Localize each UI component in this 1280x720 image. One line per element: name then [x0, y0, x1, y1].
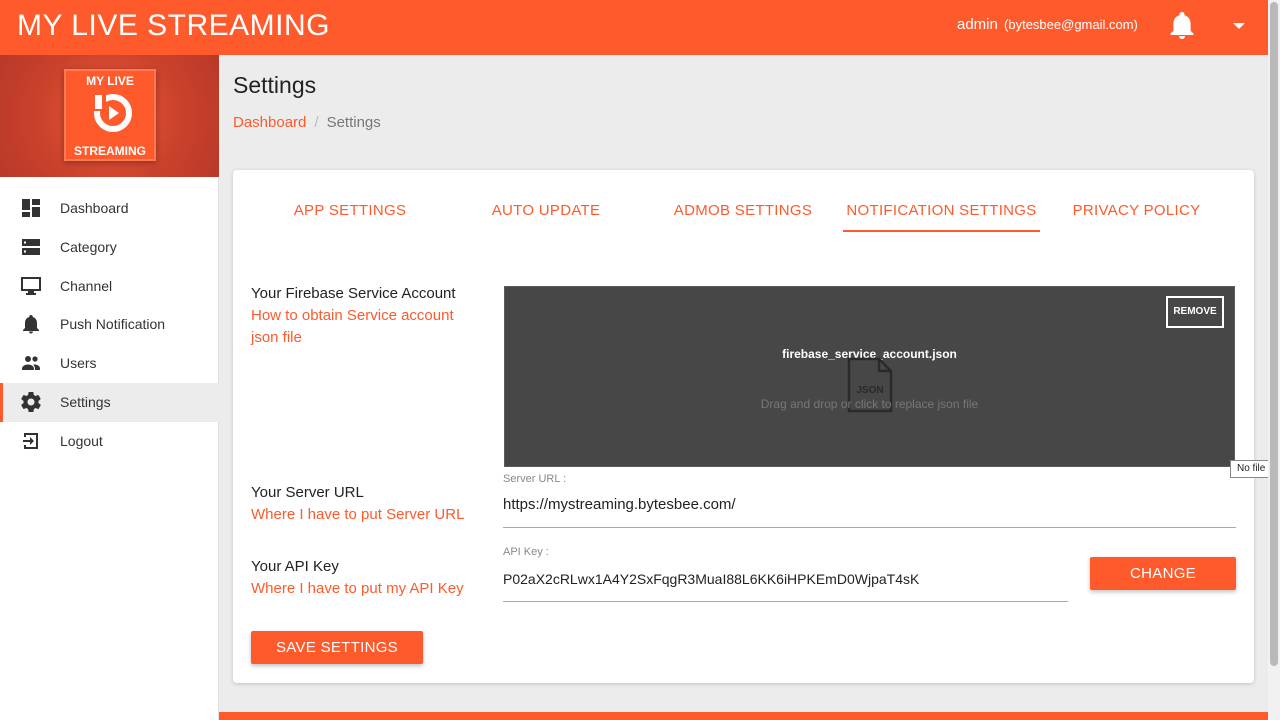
api-key-label: Your API Key — [251, 558, 339, 575]
server-url-input[interactable]: https://mystreaming.bytesbee.com/ — [503, 495, 736, 515]
user-email: (bytesbee@gmail.com) — [1004, 17, 1138, 32]
logo-text-top: MY LIVE — [86, 74, 134, 88]
user-name: admin — [957, 16, 998, 33]
breadcrumb-current: Settings — [326, 114, 381, 131]
save-settings-button[interactable]: SAVE SETTINGS — [251, 631, 423, 664]
server-url-underline — [503, 527, 1236, 528]
dashboard-icon — [22, 199, 40, 217]
category-icon — [22, 238, 40, 255]
json-file-icon-label: JSON — [856, 385, 883, 396]
users-icon — [22, 356, 40, 371]
settings-card: APP SETTINGS AUTO UPDATE ADMOB SETTINGS … — [233, 170, 1254, 683]
top-header: MY LIVE STREAMING admin (bytesbee@gmail.… — [0, 0, 1268, 55]
sidebar-item-channel[interactable]: Channel — [0, 267, 219, 306]
footer-strip — [219, 712, 1268, 720]
sidebar-item-label: Users — [60, 355, 97, 372]
tab-notification-settings[interactable]: NOTIFICATION SETTINGS — [843, 202, 1040, 232]
api-key-help-link[interactable]: Where I have to put my API Key — [251, 578, 464, 600]
sidebar-item-label: Channel — [60, 277, 113, 294]
firebase-help-link-line2[interactable]: json file — [251, 327, 302, 349]
dropzone-message: Drag and drop or click to replace json f… — [760, 397, 979, 411]
sidebar-item-label: Dashboard — [60, 200, 129, 216]
sidebar-item-push-notification[interactable]: Push Notification — [0, 305, 219, 344]
sidebar-banner: MY LIVE STREAMING — [0, 55, 219, 177]
sidebar: MY LIVE STREAMING Dashboard Category Cha… — [0, 55, 219, 720]
change-api-key-button[interactable]: CHANGE — [1090, 557, 1236, 590]
page-title: Settings — [233, 72, 317, 98]
play-icon — [94, 93, 132, 132]
app-logo: MY LIVE STREAMING — [64, 69, 156, 161]
server-url-help-link[interactable]: Where I have to put Server URL — [251, 504, 464, 526]
breadcrumb-dashboard-link[interactable]: Dashboard — [233, 114, 306, 131]
api-key-input[interactable]: P02aX2cRLwx1A4Y2SxFqgR3MuaI88L6KK6iHPKEm… — [503, 569, 919, 589]
scrollbar-thumb[interactable] — [1270, 2, 1278, 666]
sidebar-item-users[interactable]: Users — [0, 344, 219, 383]
sidebar-item-dashboard[interactable]: Dashboard — [0, 189, 219, 228]
bell-icon[interactable] — [1169, 12, 1195, 40]
breadcrumb: Dashboard / Settings — [233, 113, 381, 133]
gear-icon — [21, 391, 41, 412]
sidebar-item-settings[interactable]: Settings — [0, 382, 219, 422]
logout-icon — [23, 432, 38, 449]
logo-text-bottom: STREAMING — [74, 144, 146, 158]
tab-auto-update[interactable]: AUTO UPDATE — [451, 202, 641, 232]
bell-icon — [23, 315, 39, 334]
user-menu[interactable]: admin (bytesbee@gmail.com) — [957, 15, 1138, 35]
tab-privacy-policy[interactable]: PRIVACY POLICY — [1041, 202, 1232, 232]
remove-file-button[interactable]: REMOVE — [1166, 296, 1224, 328]
api-key-underline — [503, 601, 1068, 602]
sidebar-item-label: Logout — [60, 432, 103, 449]
breadcrumb-separator: / — [314, 114, 319, 131]
monitor-icon — [21, 276, 41, 295]
server-url-field-label: Server URL : — [503, 473, 567, 485]
sidebar-item-label: Push Notification — [60, 316, 166, 333]
server-url-label: Your Server URL — [251, 484, 364, 501]
page-scrollbar[interactable] — [1268, 0, 1280, 720]
tab-admob-settings[interactable]: ADMOB SETTINGS — [646, 202, 840, 232]
sidebar-item-category[interactable]: Category — [0, 228, 219, 267]
api-key-field-label: API Key : — [503, 546, 549, 558]
sidebar-item-label: Category — [60, 238, 117, 255]
sidebar-item-logout[interactable]: Logout — [0, 422, 219, 461]
sidebar-item-label: Settings — [60, 393, 111, 410]
tab-app-settings[interactable]: APP SETTINGS — [255, 202, 445, 232]
chevron-down-icon[interactable] — [1232, 21, 1246, 31]
firebase-label: Your Firebase Service Account — [251, 285, 456, 302]
sidebar-nav: Dashboard Category Channel Push Notifica… — [0, 189, 219, 461]
json-file-dropzone[interactable]: REMOVE firebase_service_account.json JSO… — [504, 286, 1235, 467]
app-title: MY LIVE STREAMING — [17, 9, 331, 42]
firebase-help-link-line1[interactable]: How to obtain Service account — [251, 305, 454, 327]
